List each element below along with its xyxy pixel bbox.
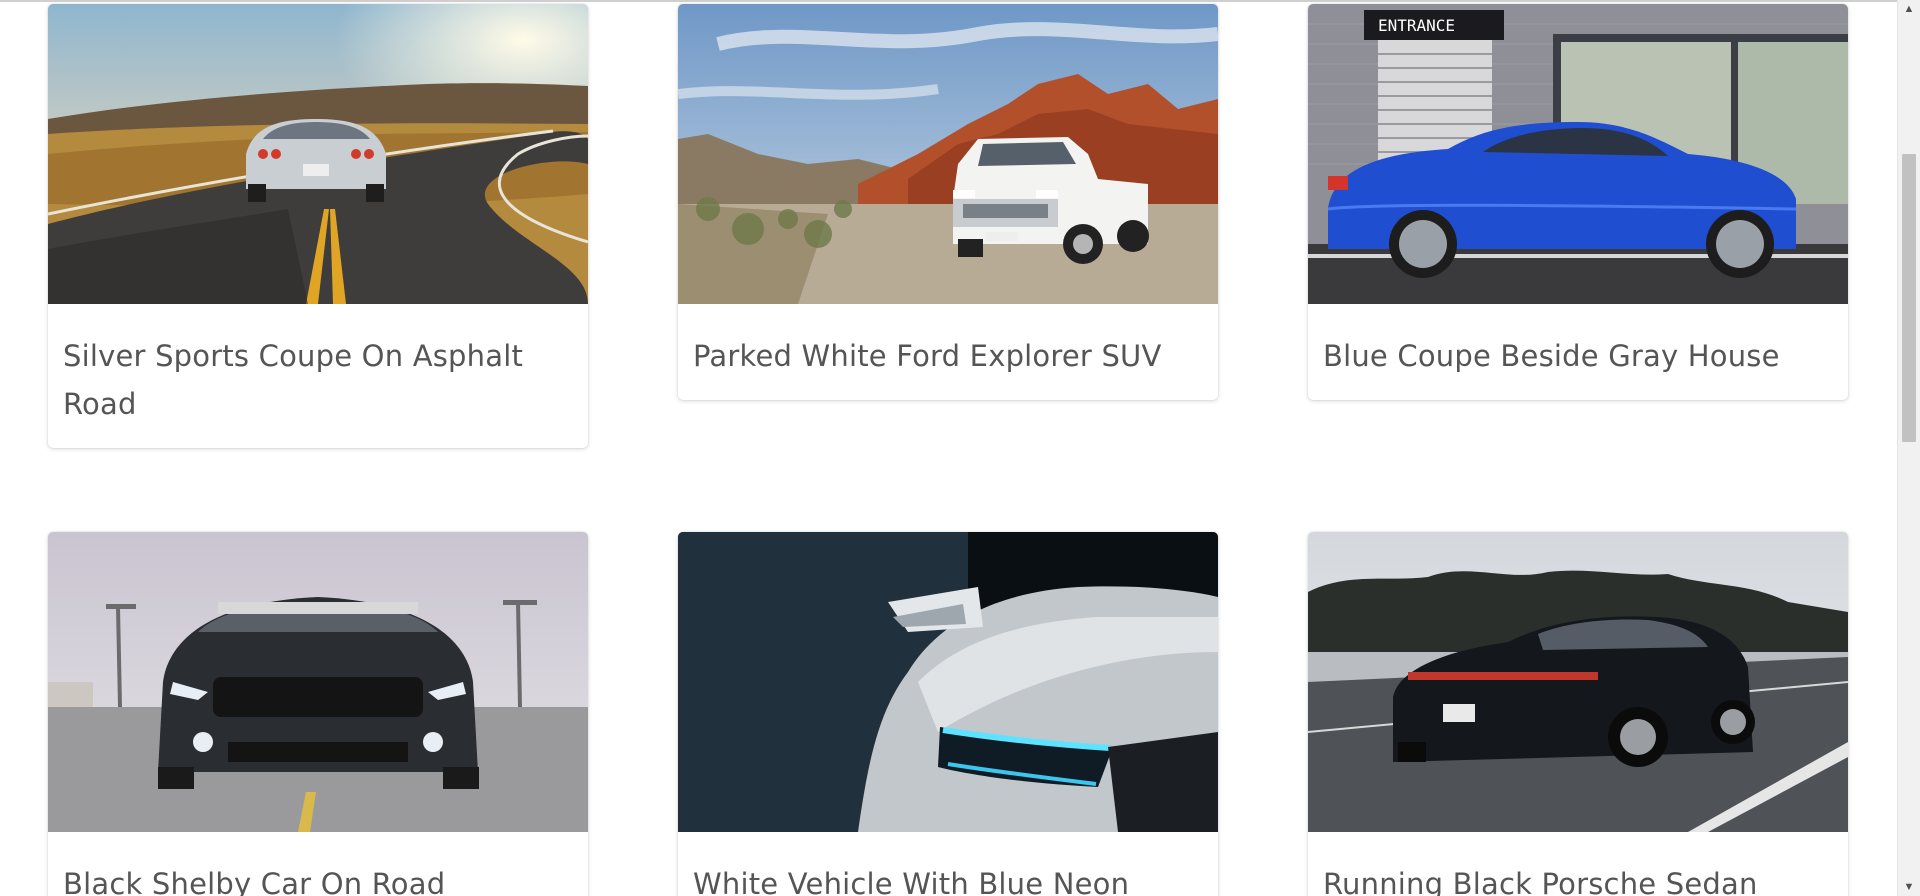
white-ford-explorer-photo[interactable] bbox=[678, 4, 1218, 304]
triangle-down-icon[interactable]: ▼ bbox=[1898, 878, 1920, 896]
white-vehicle-neon-photo[interactable] bbox=[678, 532, 1218, 832]
top-border bbox=[0, 0, 1898, 2]
card-caption: White Vehicle With Blue Neon bbox=[693, 867, 1130, 896]
card-caption: Parked White Ford Explorer SUV bbox=[693, 339, 1162, 373]
triangle-up-icon[interactable]: ▲ bbox=[1898, 0, 1920, 18]
entrance-sign: ENTRANCE bbox=[1378, 16, 1455, 35]
card-caption: Running Black Porsche Sedan bbox=[1323, 867, 1758, 896]
black-porsche-photo[interactable] bbox=[1308, 532, 1848, 832]
vertical-scrollbar[interactable]: ▲ ▼ bbox=[1897, 0, 1920, 896]
gallery-card[interactable]: Running Black Porsche Sedan bbox=[1308, 532, 1848, 896]
gallery-card[interactable]: ENTRANCE Blue Coupe Beside Gray House bbox=[1308, 4, 1848, 400]
silver-sports-coupe-photo[interactable] bbox=[48, 4, 588, 304]
card-caption: Blue Coupe Beside Gray House bbox=[1323, 339, 1780, 373]
gallery-card[interactable]: Parked White Ford Explorer SUV bbox=[678, 4, 1218, 400]
blue-coupe-photo[interactable]: ENTRANCE bbox=[1308, 4, 1848, 304]
gallery-viewport: Silver Sports Coupe On Asphalt Road Park… bbox=[0, 0, 1898, 896]
black-shelby-photo[interactable] bbox=[48, 532, 588, 832]
card-caption: Silver Sports Coupe On Asphalt Road bbox=[63, 339, 524, 421]
scroll-thumb[interactable] bbox=[1902, 154, 1916, 442]
gallery-card[interactable]: Black Shelby Car On Road bbox=[48, 532, 588, 896]
card-caption: Black Shelby Car On Road bbox=[63, 867, 446, 896]
gallery-card[interactable]: Silver Sports Coupe On Asphalt Road bbox=[48, 4, 588, 448]
gallery-card[interactable]: White Vehicle With Blue Neon bbox=[678, 532, 1218, 896]
